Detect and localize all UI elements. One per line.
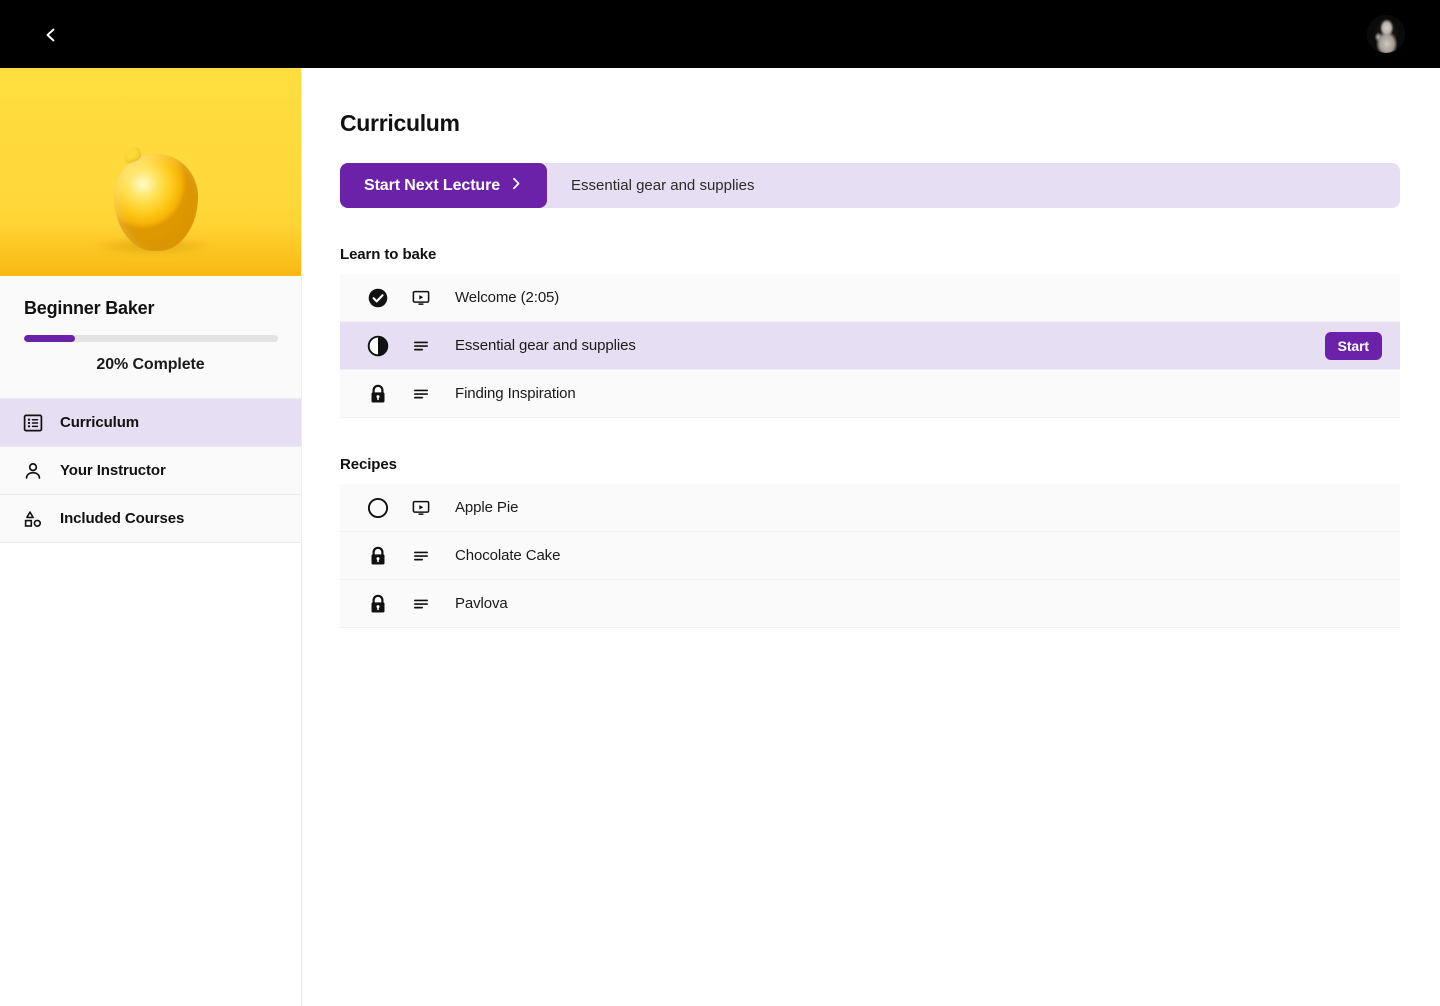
- sidebar: Beginner Baker 20% Complete Curriculum Yo…: [0, 68, 302, 1006]
- half-circle-icon: [366, 334, 390, 358]
- avatar[interactable]: [1367, 15, 1405, 53]
- video-screen-icon: [411, 288, 431, 308]
- back-button[interactable]: [34, 18, 68, 52]
- next-lecture-bar: Start Next Lecture Essential gear and su…: [340, 163, 1400, 208]
- lemon-highlight: [130, 174, 156, 195]
- start-next-lecture-button[interactable]: Start Next Lecture: [340, 163, 548, 208]
- text-lines-icon: [411, 594, 431, 614]
- progress-bar: [24, 335, 278, 342]
- sidebar-item-label: Included Courses: [60, 510, 185, 527]
- page-title: Curriculum: [340, 110, 460, 136]
- sidebar-item-curriculum[interactable]: Curriculum: [0, 399, 301, 447]
- circle-outline-icon: [366, 496, 390, 520]
- sidebar-item-label: Curriculum: [60, 414, 140, 431]
- course-hero-image: [0, 68, 301, 276]
- person-icon: [22, 460, 44, 482]
- section-title: Learn to bake: [340, 246, 437, 263]
- course-progress-panel: Beginner Baker 20% Complete: [0, 276, 301, 399]
- lesson-label: Pavlova: [455, 595, 508, 612]
- text-lines-icon: [411, 546, 431, 566]
- lesson-label: Chocolate Cake: [455, 547, 561, 564]
- lock-icon: [366, 544, 390, 568]
- main-content: Curriculum Start Next Lecture Essential …: [302, 68, 1440, 1006]
- shapes-icon: [22, 508, 44, 530]
- sidebar-nav: Curriculum Your Instructor Included Course…: [0, 399, 301, 543]
- lesson-row[interactable]: Pavlova: [340, 580, 1400, 628]
- curriculum-sections: Learn to bake Welcome (2:05) Essential gea…: [340, 246, 1400, 628]
- text-lines-icon: [411, 384, 431, 404]
- lesson-start-button[interactable]: Start: [1324, 331, 1382, 360]
- lesson-action-placeholder: [1328, 494, 1382, 522]
- lesson-action-placeholder: [1328, 590, 1382, 618]
- lesson-label: Welcome (2:05): [455, 289, 560, 306]
- app-window: Beginner Baker 20% Complete Curriculum Yo…: [0, 68, 1440, 1006]
- lesson-action-placeholder: [1328, 542, 1382, 570]
- start-next-lecture-label: Start Next Lecture: [364, 176, 501, 194]
- text-lines-icon: [411, 336, 431, 356]
- lesson-label: Apple Pie: [455, 499, 519, 516]
- lock-icon: [366, 382, 390, 406]
- lesson-list: Welcome (2:05) Essential gear and supplie…: [340, 274, 1400, 418]
- lesson-label: Essential gear and supplies: [455, 337, 636, 354]
- lesson-row[interactable]: Essential gear and supplies Start: [340, 322, 1400, 370]
- lock-icon: [366, 592, 390, 616]
- sidebar-item-your-instructor[interactable]: Your Instructor: [0, 447, 301, 495]
- progress-label: 20% Complete: [96, 356, 205, 373]
- top-bar: [0, 0, 1440, 68]
- course-title: Beginner Baker: [24, 298, 155, 318]
- next-lecture-title: Essential gear and supplies: [571, 177, 755, 194]
- avatar-photo: [1367, 15, 1405, 53]
- sidebar-item-included-courses[interactable]: Included Courses: [0, 495, 301, 543]
- lesson-row[interactable]: Chocolate Cake: [340, 532, 1400, 580]
- list-view-icon: [22, 412, 44, 434]
- check-circle-filled-icon: [366, 286, 390, 310]
- lesson-label: Finding Inspiration: [455, 385, 576, 402]
- sidebar-item-label: Your Instructor: [60, 462, 166, 479]
- lesson-row[interactable]: Welcome (2:05): [340, 274, 1400, 322]
- lemon-icon: [114, 146, 198, 251]
- lesson-row[interactable]: Apple Pie: [340, 484, 1400, 532]
- lesson-action-placeholder: [1328, 380, 1382, 408]
- section-title: Recipes: [340, 456, 397, 473]
- lesson-action-placeholder: [1328, 284, 1382, 312]
- chevron-left-icon: [43, 27, 59, 43]
- progress-bar-fill: [24, 335, 75, 342]
- video-screen-icon: [411, 498, 431, 518]
- lesson-list: Apple Pie Chocolate Cake Pavlova: [340, 484, 1400, 628]
- lesson-row[interactable]: Finding Inspiration: [340, 370, 1400, 418]
- chevron-right-icon: [510, 177, 523, 195]
